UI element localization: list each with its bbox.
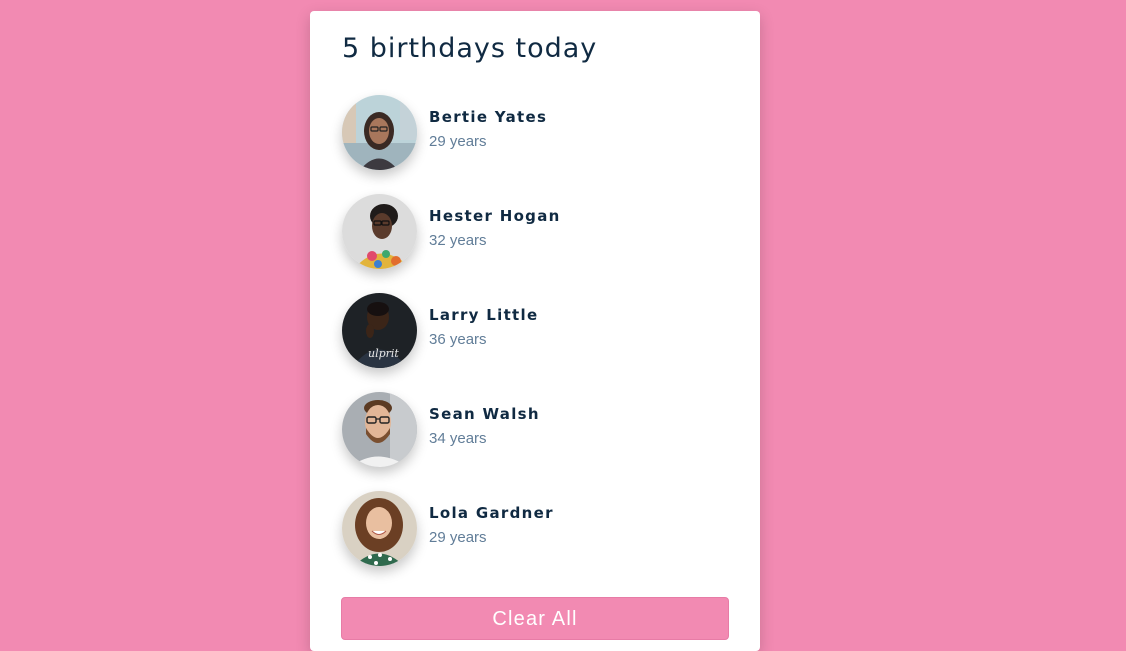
- person-age: 36 years: [429, 331, 487, 348]
- clear-all-button[interactable]: Clear All: [341, 597, 729, 640]
- person-name: Sean Walsh: [429, 405, 540, 423]
- avatar: [342, 491, 417, 566]
- person-age: 34 years: [429, 430, 487, 447]
- birthday-card: 5 birthdays today Bertie Yates 29 years: [310, 11, 760, 651]
- svg-text:ulprit: ulprit: [368, 347, 399, 360]
- avatar: [342, 194, 417, 269]
- person-age: 32 years: [429, 232, 487, 249]
- avatar: [342, 392, 417, 467]
- list-item: Bertie Yates 29 years: [342, 95, 722, 171]
- person-name: Bertie Yates: [429, 108, 548, 126]
- list-item: Sean Walsh 34 years: [342, 392, 722, 468]
- avatar: ulprit: [342, 293, 417, 368]
- person-age: 29 years: [429, 133, 487, 150]
- page-title: 5 birthdays today: [342, 33, 598, 64]
- avatar: [342, 95, 417, 170]
- list-item: Lola Gardner 29 years: [342, 491, 722, 567]
- person-age: 29 years: [429, 529, 487, 546]
- person-name: Hester Hogan: [429, 207, 561, 225]
- list-item: Hester Hogan 32 years: [342, 194, 722, 270]
- list-item: ulprit Larry Little 36 years: [342, 293, 722, 369]
- person-name: Larry Little: [429, 306, 539, 324]
- person-name: Lola Gardner: [429, 504, 554, 522]
